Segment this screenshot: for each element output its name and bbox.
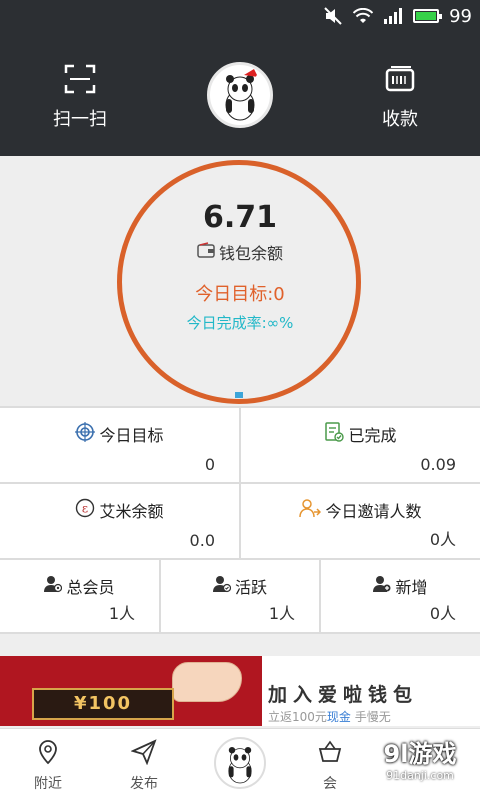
wallet-balance-label: 钱包余额 [218,244,283,263]
header: 扫一扫 收款 [0,32,480,156]
stat-label: 今日邀请人数 [325,502,422,521]
watermark-main: 9l游戏 [383,740,457,768]
watermark-sub: 91danji.com [386,769,454,782]
stat-new[interactable]: 新增 0人 [321,560,480,632]
nav-publish-label: 发布 [130,776,158,792]
signal-icon [383,7,403,25]
wallet-balance-label-row: 钱包余额 [0,240,480,264]
receive-icon [355,64,445,99]
wallet-balance: 6.71 [202,200,278,235]
nav-member[interactable]: 会 [290,739,370,793]
battery-icon [413,9,443,23]
stat-value: 0人 [429,604,456,623]
stat-today-target[interactable]: 今日目标 0 [0,408,239,482]
stat-value: 0 [204,455,215,474]
nav-nearby-label: 附近 [34,776,62,792]
target-icon [75,422,96,446]
today-target-text: 今日目标:0 [195,284,285,305]
member-icon [44,575,63,597]
stat-label: 总会员 [66,578,115,597]
battery-level: 99 [449,5,472,27]
nav-nearby[interactable]: 附近 [8,739,88,793]
stat-value: 0人 [429,530,456,549]
stat-value: 1人 [268,604,295,623]
stat-label: 今日目标 [99,426,164,445]
banner-headline: 加入爱啦钱包 [268,684,419,706]
stat-label: 艾米余额 [99,502,164,521]
watermark: 9l游戏 91danji.com [364,734,476,796]
stat-aimi-balance[interactable]: ε 艾米余额 0.0 [0,484,239,558]
receive-label: 收款 [382,109,418,130]
stat-label: 新增 [395,578,428,597]
hand-graphic [172,662,242,702]
wifi-icon [353,7,374,25]
scan-button[interactable]: 扫一扫 [35,64,125,131]
banner-sub-suffix: 手慢无 [354,710,391,724]
nav-home-panda[interactable] [214,737,266,789]
stats-row-2: ε 艾米余额 0.0 今日邀请人数 0人 [0,484,480,558]
progress-indicator [235,392,243,398]
basket-icon [290,739,370,769]
stats-row-1: 今日目标 0 已完成 0.09 [0,408,480,482]
stat-total-members[interactable]: 总会员 1人 [0,560,159,632]
status-bar: 99 [0,0,480,32]
completed-icon [324,422,345,446]
stat-label: 已完成 [348,426,397,445]
stat-label: 活跃 [234,578,267,597]
stat-value: 1人 [108,604,135,623]
svg-text:ε: ε [82,502,88,516]
coin-icon: ε [75,498,95,522]
banner-subline: 立返100元现金 手慢无 [268,708,391,725]
nav-publish[interactable]: 发布 [104,739,184,793]
stat-completed[interactable]: 已完成 0.09 [241,408,480,482]
active-user-icon [212,575,232,597]
avatar[interactable] [207,62,273,128]
promo-banner[interactable]: ¥100 加入爱啦钱包 立返100元现金 手慢无 [0,656,480,726]
wallet-icon [197,242,215,262]
invite-user-icon [299,498,322,522]
scan-label: 扫一扫 [53,109,107,130]
scan-icon [35,64,125,99]
stat-invites-today[interactable]: 今日邀请人数 0人 [241,484,480,558]
stat-active[interactable]: 活跃 1人 [161,560,319,632]
send-icon [104,739,184,769]
add-user-icon [373,575,391,597]
nav-member-label: 会 [323,776,337,792]
today-completion-rate: 今日完成率:∞% [186,314,294,332]
mute-icon [323,7,343,25]
banner-cash: ¥100 [32,688,174,720]
receive-payment-button[interactable]: 收款 [355,64,445,131]
banner-sub-cash: 现金 [326,710,351,724]
stat-value: 0.0 [189,531,215,550]
stat-value: 0.09 [420,455,456,474]
wallet-summary: 6.71 钱包余额 今日目标:0 今日完成率:∞% [0,156,480,406]
banner-sub-prefix: 立返100元 [268,710,327,724]
stats-row-3: 总会员 1人 活跃 1人 新增 0人 [0,560,480,632]
location-pin-icon [8,739,88,769]
